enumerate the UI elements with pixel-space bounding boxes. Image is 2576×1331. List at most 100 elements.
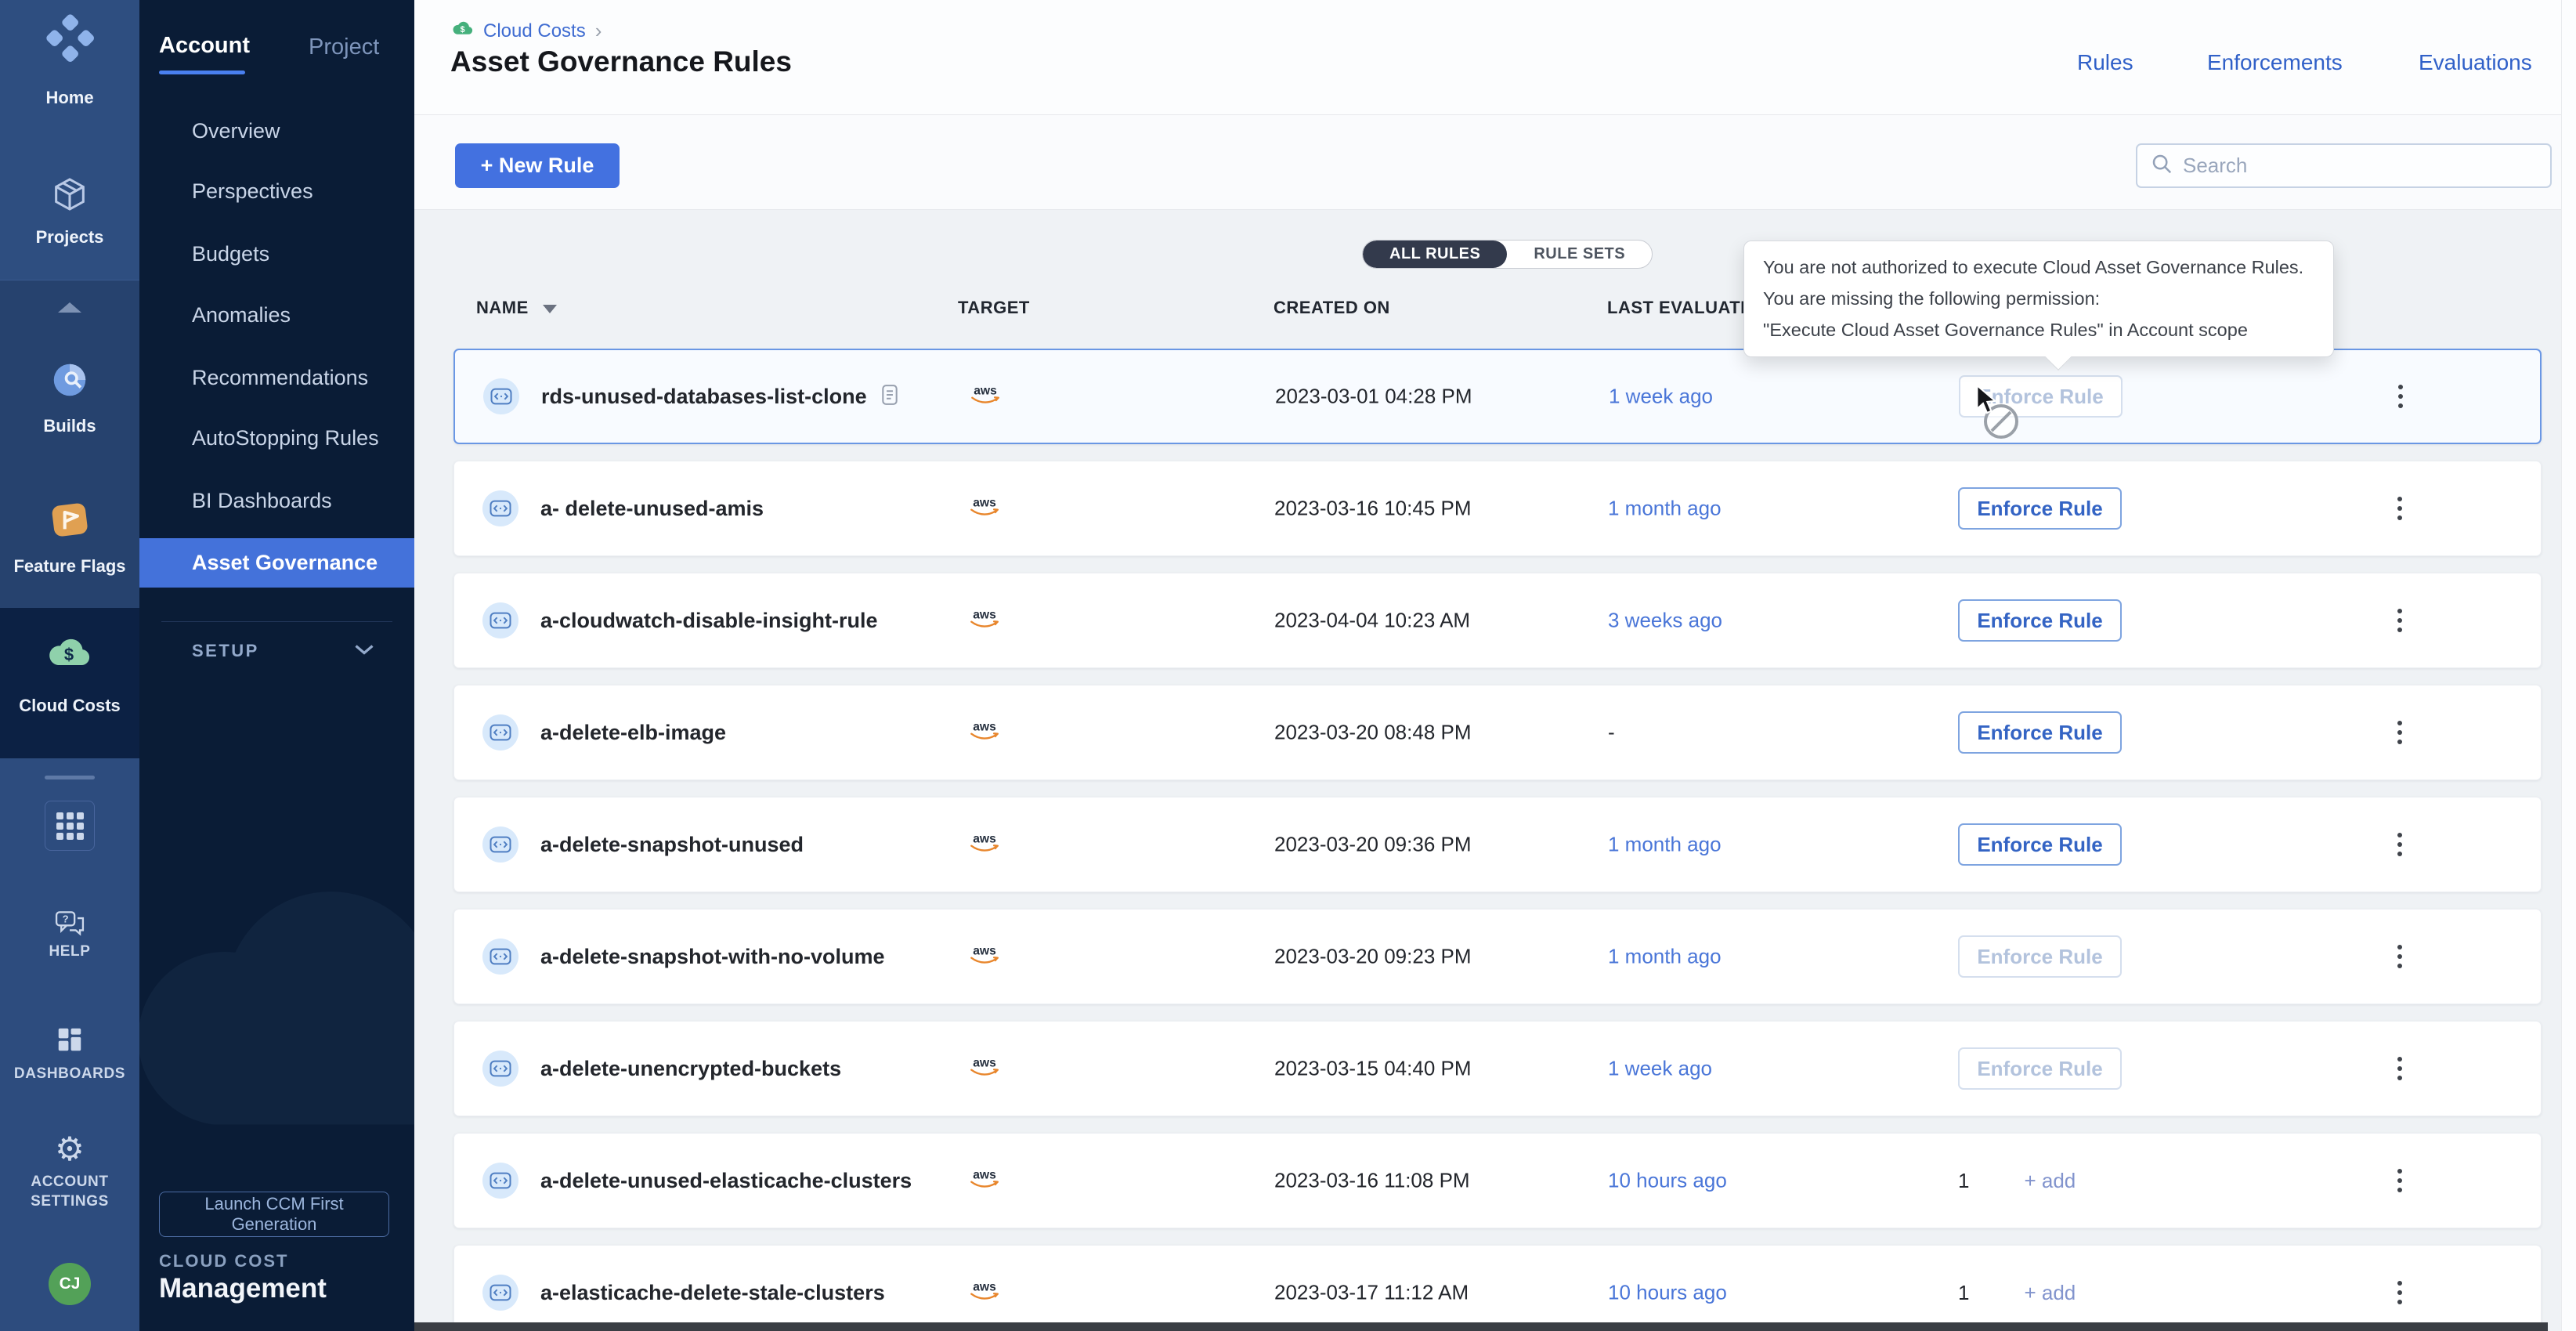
rule-name[interactable]: a-elasticache-delete-stale-clusters [540, 1281, 885, 1305]
sidebar-item-projects[interactable]: Projects [0, 227, 139, 248]
table-row[interactable]: a-cloudwatch-disable-insight-rule aws 20… [453, 573, 2542, 668]
last-evaluation-cell[interactable]: 1 month ago [1608, 497, 1722, 521]
nav-item-budgets[interactable]: Budgets [192, 242, 269, 266]
rule-name[interactable]: a- delete-unused-amis [540, 497, 764, 521]
column-header-created-on[interactable]: CREATED ON [1274, 298, 1390, 318]
setup-section-label[interactable]: SETUP [192, 641, 259, 661]
column-header-name[interactable]: NAME [476, 298, 557, 318]
collapse-sidebar-button[interactable] [0, 302, 139, 313]
last-evaluation-cell[interactable]: 1 week ago [1608, 1057, 1712, 1081]
feature-flags-icon[interactable] [0, 498, 139, 544]
tooltip-line: You are missing the following permission… [1763, 288, 2314, 309]
last-evaluation-cell[interactable]: 1 month ago [1608, 945, 1722, 969]
rule-name[interactable]: rds-unused-databases-list-clone [541, 385, 867, 409]
horizontal-scrollbar[interactable] [414, 1322, 2548, 1331]
rule-name[interactable]: a-delete-unencrypted-buckets [540, 1057, 841, 1081]
row-menu-button[interactable] [2390, 825, 2410, 864]
row-menu-button[interactable] [2390, 713, 2410, 752]
rule-name[interactable]: a-cloudwatch-disable-insight-rule [540, 609, 878, 633]
dashboards-icon[interactable] [0, 1025, 139, 1058]
enforce-rule-button[interactable]: Enforce Rule [1958, 487, 2122, 530]
column-header-target[interactable]: TARGET [958, 298, 1030, 318]
row-menu-button[interactable] [2390, 1273, 2410, 1312]
nav-item-autostopping-rules[interactable]: AutoStopping Rules [192, 426, 379, 450]
rule-name[interactable]: a-delete-unused-elasticache-clusters [540, 1169, 912, 1193]
sidebar-item-account-settings[interactable]: ACCOUNT SETTINGS [0, 1172, 139, 1211]
sidebar-item-feature-flags[interactable]: Feature Flags [0, 556, 139, 577]
sidebar-item-help[interactable]: HELP [0, 942, 139, 961]
tab-project[interactable]: Project [309, 34, 379, 60]
row-menu-button[interactable] [2390, 1161, 2410, 1200]
page-header: $ Cloud Costs › Asset Governance Rules R… [414, 0, 2561, 115]
user-avatar[interactable]: CJ [49, 1263, 91, 1305]
builds-icon[interactable] [0, 359, 139, 405]
cloud-costs-icon[interactable]: $ [0, 638, 139, 675]
rule-name[interactable]: a-delete-snapshot-unused [540, 833, 804, 857]
table-row[interactable]: a-delete-unused-elasticache-clusters aws… [453, 1133, 2542, 1228]
breadcrumb-cloud-costs-link[interactable]: Cloud Costs [483, 20, 586, 42]
page-title: Asset Governance Rules [450, 45, 792, 78]
last-evaluation-cell[interactable]: 10 hours ago [1608, 1169, 1727, 1193]
vertical-scrollbar-track[interactable] [2561, 0, 2576, 1331]
toggle-rule-sets[interactable]: RULE SETS [1507, 241, 1652, 268]
sidebar-item-dashboards[interactable]: DASHBOARDS [0, 1064, 139, 1083]
nav-item-asset-governance[interactable]: Asset Governance [139, 538, 414, 588]
chevron-down-icon[interactable] [352, 642, 376, 660]
nav-item-perspectives[interactable]: Perspectives [192, 179, 313, 204]
sidebar-item-home[interactable]: Home [0, 88, 139, 108]
add-enforcement-link[interactable]: + add [2024, 1169, 2076, 1193]
harness-logo-icon[interactable] [0, 13, 139, 67]
gear-icon[interactable]: ⚙ [0, 1133, 139, 1166]
last-evaluation-cell[interactable]: 1 month ago [1608, 833, 1722, 857]
row-menu-button[interactable] [2390, 377, 2411, 416]
rules-content: ALL RULES RULE SETS NAME TARGET CREATED … [414, 210, 2561, 1331]
nav-item-recommendations[interactable]: Recommendations [192, 366, 368, 390]
last-evaluation-cell[interactable]: - [1608, 721, 1615, 745]
last-evaluation-cell[interactable]: 10 hours ago [1608, 1281, 1727, 1305]
row-menu-button[interactable] [2390, 937, 2410, 976]
row-menu-button[interactable] [2390, 601, 2410, 640]
enforce-rule-button[interactable]: Enforce Rule [1958, 1047, 2122, 1090]
copy-icon[interactable] [880, 383, 900, 411]
table-row[interactable]: a-delete-unencrypted-buckets aws 2023-03… [453, 1021, 2542, 1116]
nav-item-bi-dashboards[interactable]: BI Dashboards [192, 489, 332, 513]
rule-name[interactable]: a-delete-snapshot-with-no-volume [540, 945, 885, 969]
sidebar-item-builds[interactable]: Builds [0, 416, 139, 436]
table-row[interactable]: a-elasticache-delete-stale-clusters aws … [453, 1245, 2542, 1331]
search-input[interactable] [2183, 154, 2538, 178]
enforce-rule-button[interactable]: Enforce Rule [1958, 711, 2122, 754]
new-rule-button[interactable]: + New Rule [455, 143, 620, 188]
created-on-cell: 2023-03-15 04:40 PM [1274, 1057, 1472, 1081]
enforce-rule-button[interactable]: Enforce Rule [1958, 935, 2122, 978]
table-row[interactable]: a-delete-snapshot-with-no-volume aws 202… [453, 909, 2542, 1004]
table-row[interactable]: a- delete-unused-amis aws 2023-03-16 10:… [453, 461, 2542, 556]
row-menu-button[interactable] [2390, 489, 2410, 528]
tab-account[interactable]: Account [159, 33, 250, 59]
search-box[interactable] [2136, 143, 2552, 188]
header-link-rules[interactable]: Rules [2077, 50, 2133, 75]
breadcrumb-separator: › [595, 19, 602, 43]
table-row[interactable]: a-delete-elb-image aws 2023-03-20 08:48 … [453, 685, 2542, 780]
last-evaluation-cell[interactable]: 1 week ago [1609, 385, 1713, 409]
enforce-rule-button[interactable]: Enforce Rule [1958, 599, 2122, 642]
row-menu-button[interactable] [2390, 1049, 2410, 1088]
header-link-enforcements[interactable]: Enforcements [2207, 50, 2343, 75]
add-enforcement-link[interactable]: + add [2024, 1281, 2076, 1305]
help-icon[interactable]: ? [0, 909, 139, 942]
rule-icon [482, 714, 518, 750]
last-evaluation-cell[interactable]: 3 weeks ago [1608, 609, 1722, 633]
table-row[interactable]: a-delete-snapshot-unused aws 2023-03-20 … [453, 797, 2542, 892]
enforce-rule-button[interactable]: Enforce Rule [1958, 823, 2122, 866]
launch-ccm-first-gen-button[interactable]: Launch CCM First Generation [159, 1192, 389, 1237]
projects-icon[interactable] [0, 174, 139, 219]
rule-name[interactable]: a-delete-elb-image [540, 721, 726, 745]
svg-text:aws: aws [973, 609, 996, 622]
sidebar-section-cloud-costs [0, 608, 139, 758]
sidebar-item-cloud-costs[interactable]: Cloud Costs [0, 696, 139, 716]
nav-item-anomalies[interactable]: Anomalies [192, 303, 291, 327]
nav-item-overview[interactable]: Overview [192, 119, 280, 143]
module-picker-button[interactable] [45, 801, 95, 851]
toggle-all-rules[interactable]: ALL RULES [1363, 241, 1507, 268]
header-link-evaluations[interactable]: Evaluations [2419, 50, 2532, 75]
table-row[interactable]: rds-unused-databases-list-clone aws 2023… [453, 349, 2542, 444]
